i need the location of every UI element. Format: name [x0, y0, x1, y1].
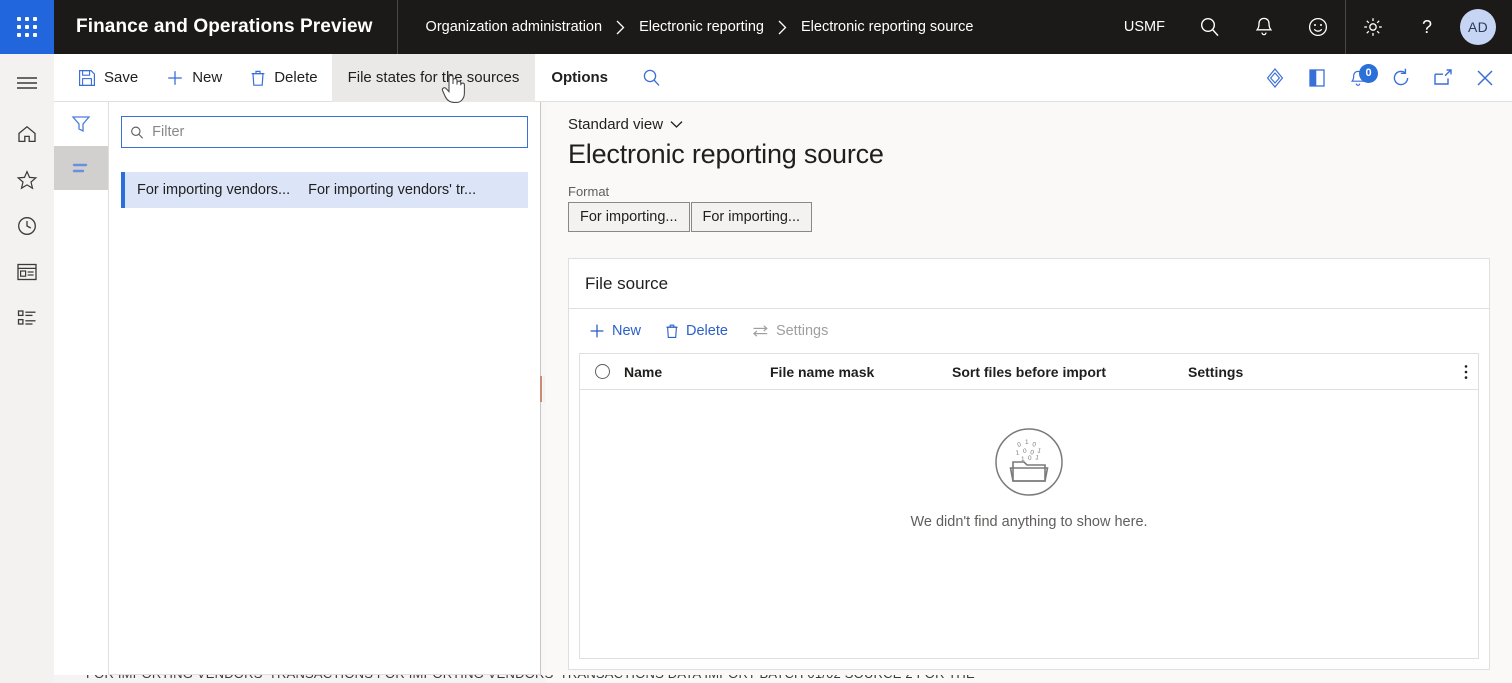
notification-count-badge: 0	[1359, 64, 1378, 83]
format-button-1[interactable]: For importing...	[568, 202, 690, 232]
svg-text:0: 0	[1023, 448, 1027, 455]
notifications-icon[interactable]: 0	[1338, 54, 1380, 102]
new-button[interactable]: New	[152, 54, 236, 102]
header-actions: USMF ? AD	[1106, 0, 1512, 54]
format-buttons: For importing... For importing...	[568, 202, 1512, 232]
grid-column-name[interactable]: Name	[624, 364, 770, 380]
toolbar-search-icon[interactable]	[624, 54, 679, 102]
page-title: Electronic reporting source	[568, 139, 1512, 170]
header-feedback-smiley-icon[interactable]	[1291, 0, 1345, 54]
side-pane-body: For importing vendors... For importing v…	[108, 102, 542, 675]
svg-text:1: 1	[1025, 439, 1029, 446]
office-apps-icon[interactable]	[1296, 54, 1338, 102]
filter-input-wrapper[interactable]	[121, 116, 528, 148]
svg-text:1: 1	[1035, 454, 1041, 462]
bottom-cut-off-row: FOR IMPORTING VENDORS' TRANSACTIONS FOR …	[0, 675, 1512, 683]
delete-button-label: Delete	[274, 69, 317, 86]
tab-options[interactable]: Options	[535, 54, 624, 102]
list-item-col2: For importing vendors' tr...	[308, 182, 476, 198]
more-vertical-icon[interactable]	[1464, 354, 1468, 390]
close-icon[interactable]	[1464, 54, 1506, 102]
grid-column-settings[interactable]: Settings	[1188, 364, 1243, 380]
sidebar-item-modules-list-icon[interactable]	[0, 295, 54, 341]
action-toolbar: Save New Delete File states for the sour…	[54, 54, 1512, 102]
view-selector[interactable]: Standard view	[568, 116, 683, 133]
empty-folder-data-icon: 0 1 0 1 0 0 1 1 0 1	[993, 426, 1065, 498]
svg-text:0: 0	[1017, 441, 1023, 449]
waffle-grid	[17, 17, 37, 37]
empty-state-message: We didn't find anything to show here.	[910, 514, 1147, 530]
format-field-label: Format	[568, 184, 1512, 199]
popout-icon[interactable]	[1422, 54, 1464, 102]
avatar[interactable]: AD	[1460, 9, 1496, 45]
records-list: For importing vendors... For importing v…	[121, 172, 528, 208]
company-selector[interactable]: USMF	[1106, 19, 1183, 35]
file-source-card: File source New Delete Settings	[568, 258, 1490, 670]
list-item[interactable]: For importing vendors... For importing v…	[121, 172, 528, 208]
sidebar-item-home-icon[interactable]	[0, 111, 54, 157]
file-source-toolbar: New Delete Settings	[569, 309, 1489, 353]
app-launcher-waffle-icon[interactable]	[0, 0, 54, 54]
grid-empty-state: 0 1 0 1 0 0 1 1 0 1 We didn't find anyth	[580, 390, 1478, 658]
side-pane-tab-filter-icon[interactable]	[54, 102, 108, 146]
main-content: Standard view Electronic reporting sourc…	[546, 102, 1512, 683]
select-all-circle-icon[interactable]	[580, 364, 624, 379]
application-window: Finance and Operations Preview Organizat…	[0, 0, 1512, 683]
attachments-icon[interactable]	[1254, 54, 1296, 102]
delete-button[interactable]: Delete	[236, 54, 331, 102]
bottom-cut-off-text: FOR IMPORTING VENDORS' TRANSACTIONS FOR …	[86, 675, 975, 681]
tab-file-states-for-the-sources[interactable]: File states for the sources	[332, 54, 536, 102]
svg-text:1: 1	[1021, 456, 1025, 463]
svg-text:0: 0	[1032, 441, 1037, 449]
file-source-delete-label: Delete	[686, 323, 728, 339]
toolbar-right-actions: 0	[1254, 54, 1512, 102]
header-search-icon[interactable]	[1183, 0, 1237, 54]
breadcrumb-item-electronic-reporting[interactable]: Electronic reporting	[639, 19, 764, 35]
svg-text:?: ?	[1422, 17, 1432, 37]
sidebar-item-favorites-star-icon[interactable]	[0, 157, 54, 203]
refresh-icon[interactable]	[1380, 54, 1422, 102]
file-source-new-label: New	[612, 323, 641, 339]
grid-column-sort-files-before-import[interactable]: Sort files before import	[952, 364, 1188, 380]
chevron-right-icon	[602, 20, 639, 35]
search-icon	[130, 125, 144, 140]
hamburger-menu-icon[interactable]	[0, 60, 54, 106]
file-source-settings-button: Settings	[742, 314, 838, 348]
svg-text:0: 0	[1028, 455, 1032, 462]
sidebar-item-workspaces-icon[interactable]	[0, 249, 54, 295]
breadcrumb-item-organization-administration[interactable]: Organization administration	[426, 19, 603, 35]
breadcrumb: Organization administration Electronic r…	[398, 19, 974, 35]
breadcrumb-item-electronic-reporting-source[interactable]: Electronic reporting source	[801, 19, 973, 35]
header-notifications-bell-icon[interactable]	[1237, 0, 1291, 54]
sidebar-item-recent-clock-icon[interactable]	[0, 203, 54, 249]
left-navigation-rail	[0, 54, 54, 683]
top-header-bar: Finance and Operations Preview Organizat…	[0, 0, 1512, 54]
grid-column-file-name-mask[interactable]: File name mask	[770, 364, 952, 380]
chevron-down-icon	[670, 116, 683, 133]
side-pane-tab-strip	[54, 102, 108, 675]
list-item-col1: For importing vendors...	[137, 182, 290, 198]
file-source-delete-button[interactable]: Delete	[655, 314, 738, 348]
file-source-grid: Name File name mask Sort files before im…	[579, 353, 1479, 659]
file-source-new-button[interactable]: New	[579, 314, 651, 348]
new-button-label: New	[192, 69, 222, 86]
list-side-pane: For importing vendors... For importing v…	[54, 102, 542, 675]
save-button-label: Save	[104, 69, 138, 86]
header-settings-gear-icon[interactable]	[1346, 0, 1400, 54]
side-pane-tab-list-view-icon[interactable]	[54, 146, 108, 190]
save-button[interactable]: Save	[64, 54, 152, 102]
format-button-2[interactable]: For importing...	[691, 202, 813, 232]
file-source-settings-label: Settings	[776, 323, 828, 339]
grid-header-row: Name File name mask Sort files before im…	[580, 354, 1478, 390]
svg-text:1: 1	[1015, 449, 1020, 457]
view-selector-label: Standard view	[568, 116, 663, 133]
chevron-right-icon	[764, 20, 801, 35]
header-help-question-icon[interactable]: ?	[1400, 0, 1454, 54]
file-source-card-title: File source	[569, 259, 1489, 309]
filter-input[interactable]	[152, 124, 519, 140]
app-title: Finance and Operations Preview	[54, 16, 397, 38]
